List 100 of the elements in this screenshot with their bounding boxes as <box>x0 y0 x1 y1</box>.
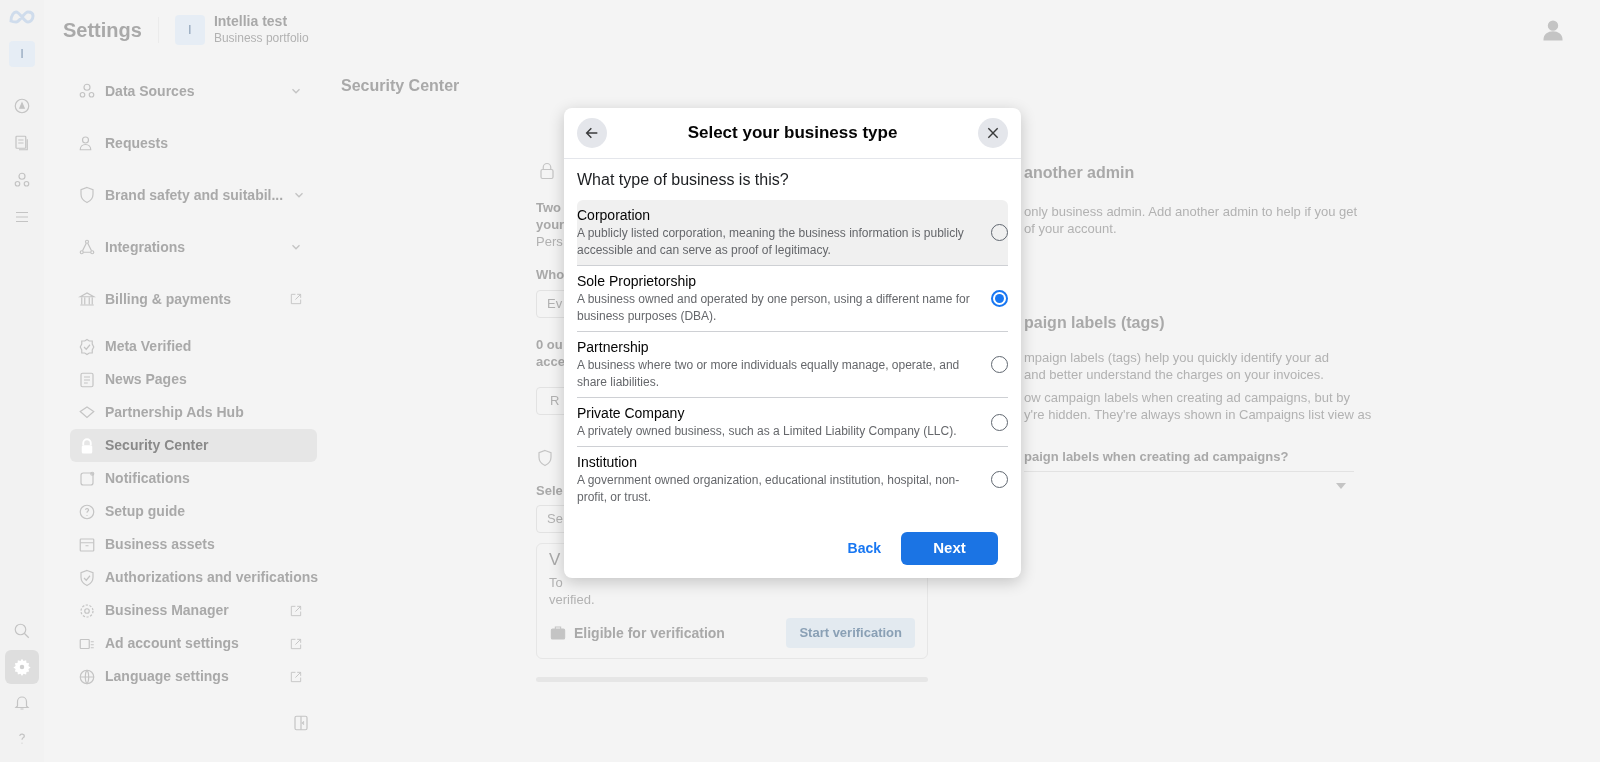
portfolio-name: Intellia test <box>213 13 289 30</box>
description-text: and better understand the charges on your invoices. <box>1024 366 1325 383</box>
option-title: Partnership <box>577 338 650 357</box>
account-avatar[interactable]: I <box>9 41 35 67</box>
sidebar-item[interactable]: Billing & payments <box>70 273 317 325</box>
caret-icon <box>1336 483 1346 489</box>
back-button[interactable]: Back <box>847 538 881 559</box>
sidebar-label: Setup guide <box>105 502 187 521</box>
archive-icon <box>78 535 96 554</box>
newspaper-icon <box>78 370 96 389</box>
description-text: To <box>549 574 563 591</box>
sidebar-label: Data Sources <box>105 81 196 101</box>
shield-icon <box>78 186 96 204</box>
sidebar-label: Security Center <box>105 436 210 455</box>
shield-check-icon <box>78 568 96 587</box>
pages-icon <box>13 133 31 152</box>
description-text: Two <box>536 199 563 216</box>
briefcase-icon <box>549 625 567 641</box>
sidebar-label: Billing & payments <box>105 289 233 309</box>
sidebar-label: Notifications <box>105 469 191 488</box>
collapse-icon <box>292 714 310 732</box>
card-title: V <box>549 549 561 571</box>
option-title: Private Company <box>577 404 686 423</box>
sidebar-label: News Pages <box>105 370 188 389</box>
business-type-option[interactable]: Sole Proprietorship A business owned and operated by one person, using a different name for business purposes (DBA). <box>577 266 1008 332</box>
sidebar-item[interactable]: Business assets <box>70 528 317 561</box>
sidebar-item[interactable]: Authorizations and verifications <box>70 561 317 594</box>
page-heading: Settings <box>63 18 142 43</box>
description-text: acce <box>536 352 565 370</box>
business-type-option[interactable]: Private Company A privately owned business, such as a Limited Liability Company (LLC). <box>577 398 1008 447</box>
option-title: Corporation <box>577 206 652 225</box>
description-text: Pers <box>536 233 564 250</box>
sidebar-item[interactable]: Meta Verified <box>70 330 317 363</box>
description-text: ow campaign labels when creating ad campaigns, but by <box>1024 389 1351 406</box>
field-label: Who <box>536 266 565 284</box>
description-text: y're hidden. They're always shown in Campaigns list view as <box>1024 406 1372 423</box>
radio-button[interactable] <box>991 290 1008 307</box>
external-link-icon <box>289 636 303 651</box>
question-icon <box>78 502 96 521</box>
option-description: A privately owned business, such as a Limited Liability Company (LLC). <box>577 423 958 440</box>
lock-icon <box>538 161 556 181</box>
sidebar-item[interactable]: Partnership Ads Hub <box>70 396 317 429</box>
business-type-option[interactable]: Corporation A publicly listed corporation, meaning the business information is publicly accessible and can serve as proof of legitimacy. <box>577 200 1008 266</box>
sidebar-item[interactable]: Data Sources <box>70 65 317 117</box>
external-link-icon <box>289 669 303 684</box>
sidebar-item[interactable]: Business Manager <box>70 594 317 627</box>
close-button[interactable] <box>978 118 1008 148</box>
description-text: mpaign labels (tags) help you quickly identify your ad <box>1024 349 1329 366</box>
sidebar-item[interactable]: News Pages <box>70 363 317 396</box>
portfolio-avatar: I <box>174 15 205 45</box>
option-description: A publicly listed corporation, meaning the business information is publicly accessible and can serve as proof of legitimacy. <box>577 225 965 259</box>
description-text: 0 ou <box>536 335 564 353</box>
sidebar-item[interactable]: Ad account settings <box>70 627 317 660</box>
sidebar-label: Meta Verified <box>105 337 193 356</box>
option-description: A business owned and operated by one person, using a different name for business purposes (DBA). <box>577 291 971 325</box>
external-link-icon <box>289 603 303 618</box>
notification-icon <box>78 469 96 488</box>
sidebar-label: Business Manager <box>105 601 230 620</box>
portfolio-type: Business portfolio <box>213 30 309 47</box>
description-text: verified. <box>549 591 595 608</box>
section-title: another admin <box>1024 163 1135 183</box>
sidebar-item[interactable]: Notifications <box>70 462 317 495</box>
sidebar-label: Language settings <box>105 667 230 686</box>
people-icon <box>78 82 96 100</box>
option-description: A government owned organization, educational institution, hospital, non-profit, or trust. <box>577 472 961 506</box>
back-arrow-icon <box>584 125 600 141</box>
badge-check-icon <box>78 337 96 356</box>
sidebar-item[interactable]: Integrations <box>70 221 317 273</box>
eligibility-text: Eligible for verification <box>574 623 725 643</box>
business-type-option[interactable]: Institution A government owned organization, educational institution, hospital, non-profit, or trust. <box>577 447 1008 512</box>
description-text: your <box>536 216 565 233</box>
back-arrow-button[interactable] <box>577 118 607 148</box>
sidebar-item[interactable]: Brand safety and suitabil... <box>70 169 317 221</box>
sidebar-item[interactable]: Setup guide <box>70 495 317 528</box>
description-text: of your account. <box>1024 220 1118 237</box>
business-type-option[interactable]: Partnership A business where two or more individuals equally manage, operate, and share liabilities. <box>577 332 1008 398</box>
next-button[interactable]: Next <box>901 532 998 565</box>
compass-icon <box>13 96 31 115</box>
option-description: A business where two or more individuals equally manage, operate, and share liabilities. <box>577 357 961 391</box>
sidebar-label: Requests <box>105 133 170 153</box>
settings-icon <box>13 658 31 676</box>
section-title: Security Center <box>341 76 460 96</box>
section-title: paign labels (tags) <box>1024 313 1165 333</box>
sidebar-label: Partnership Ads Hub <box>105 403 245 422</box>
sidebar-label: Authorizations and verifications <box>105 568 319 587</box>
sidebar-item[interactable]: Language settings <box>70 660 317 693</box>
sidebar-item[interactable]: Requests <box>70 117 317 169</box>
shield-icon <box>536 448 554 467</box>
network-icon <box>13 170 31 189</box>
rail-button[interactable] <box>5 650 39 684</box>
start-verification-button[interactable]: Start verification <box>786 618 915 648</box>
sidebar-label: Brand safety and suitabil... <box>105 185 284 205</box>
network-icon <box>78 238 96 256</box>
sidebar-label: Integrations <box>105 237 187 257</box>
field-label: Sele <box>536 481 563 500</box>
logo-icon <box>8 9 36 25</box>
sidebar-item[interactable]: Security Center <box>70 429 317 462</box>
sidebar-label: Business assets <box>105 535 216 554</box>
question-text: paign labels when creating ad campaigns? <box>1024 448 1289 466</box>
close-icon <box>986 126 1000 140</box>
